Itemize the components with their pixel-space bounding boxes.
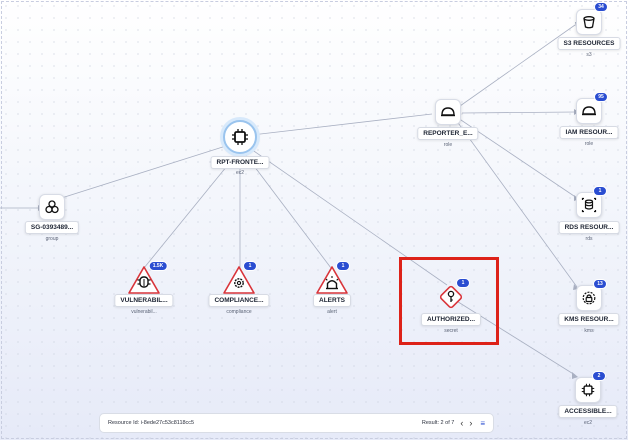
hard-hat-icon [435, 99, 461, 125]
edge [51, 144, 230, 202]
result-counter: Result: 2 of 7 [421, 420, 455, 426]
node-label: REPORTER_E... [417, 127, 479, 140]
node-type: vulnerabil... [131, 309, 157, 315]
edge [461, 111, 576, 114]
node-type: role [584, 141, 594, 147]
node-label: S3 RESOURCES [557, 37, 621, 50]
group-icon [39, 194, 65, 220]
chip-icon [223, 120, 257, 154]
resource-status-bar: Resource Id: i-8ede27c53c8118cc5 Result:… [99, 413, 494, 433]
node-type: rds [585, 236, 593, 242]
edge [251, 113, 433, 136]
node-type: ec2 [583, 420, 593, 426]
node-type: s3 [586, 52, 592, 58]
bucket-icon [576, 9, 602, 35]
node-label: KMS RESOUR... [558, 313, 620, 326]
next-result-button[interactable]: › [469, 418, 472, 428]
resource-id-text: Resource Id: i-8ede27c53c8118cc5 [108, 420, 195, 426]
count-badge: 2 [592, 371, 606, 381]
count-badge: 1.5K [148, 261, 168, 271]
list-icon[interactable]: ≡ [480, 419, 485, 428]
node-type: ec2 [235, 170, 245, 176]
node-label: RDS RESOUR... [558, 221, 620, 234]
count-badge: 13 [593, 279, 607, 289]
graph-edges [0, 22, 579, 379]
node-label: ACCESSIBLE... [558, 405, 618, 418]
node-type: compliance [226, 309, 252, 315]
node-label: IAM RESOUR... [559, 126, 619, 139]
node-label: RPT-FRONTE... [210, 156, 270, 169]
count-badge: 1 [336, 261, 350, 271]
previous-result-button[interactable]: ‹ [460, 418, 463, 428]
highlight-box [399, 257, 499, 345]
node-type: group [45, 236, 59, 242]
node-label: COMPLIANCE... [208, 294, 270, 307]
count-badge: 1 [243, 261, 257, 271]
count-badge: 34 [594, 2, 608, 12]
count-badge: 1 [593, 186, 607, 196]
node-label: VULNERABIL... [114, 294, 174, 307]
count-badge: 95 [594, 92, 608, 102]
node-type: kms [584, 328, 594, 334]
node-type: role [443, 142, 453, 148]
node-type: alert [327, 309, 337, 315]
node-label: SG-0393489... [24, 221, 80, 234]
node-label: ALERTS [313, 294, 351, 307]
